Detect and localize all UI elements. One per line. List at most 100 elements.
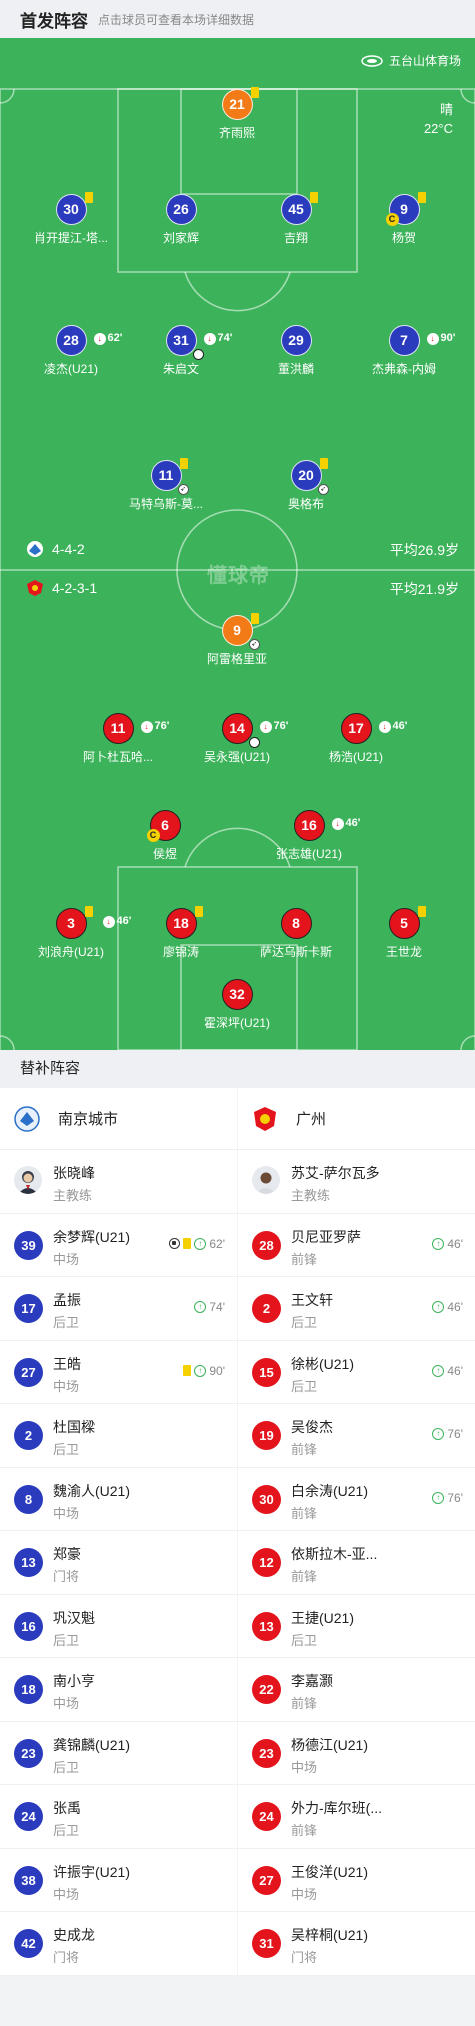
player-number-badge: 23 [14, 1738, 43, 1768]
bench-player-row[interactable]: 42 史成龙 门将 [0, 1912, 237, 1976]
home-player[interactable]: 31 ↓ 74' 朱启文 [121, 325, 241, 377]
temperature: 22°C [423, 121, 453, 136]
away-player[interactable]: 14 ↓ 76' 吴永强(U21) [177, 713, 297, 765]
bench-player-row[interactable]: 13 王捷(U21) 后卫 [238, 1595, 475, 1658]
bench-player-row[interactable]: 15 徐彬(U21) 后卫 ↑ 46' [238, 1341, 475, 1404]
player-name: 朱启文 [162, 362, 199, 376]
player-name: 刘浪舟(U21) [37, 945, 104, 959]
player-name: 徐彬(U21) [291, 1355, 355, 1372]
bench-player-row[interactable]: 12 依斯拉木-亚... 前锋 [238, 1531, 475, 1595]
bench-player-row[interactable]: 30 白余涛(U21) 前锋 ↑ 76' [238, 1468, 475, 1531]
home-player[interactable]: 7 ↓ 90' 杰弗森-内姆 [344, 325, 464, 377]
player-name: 刘家辉 [162, 231, 199, 245]
player-number: 9 [233, 622, 241, 638]
bench-player-row[interactable]: 28 贝尼亚罗萨 前锋 ↑ 46' [238, 1214, 475, 1277]
home-player[interactable]: 30 肖开提江-塔... [11, 192, 131, 246]
bench-player-row[interactable]: 22 李嘉灏 前锋 [238, 1658, 475, 1722]
away-player[interactable]: 17 ↓ 46' 杨浩(U21) [296, 713, 416, 765]
bench-player-row[interactable]: 23 杨德江(U21) 中场 [238, 1722, 475, 1785]
away-player[interactable]: 11 ↓ 76' 阿卜杜瓦哈... [58, 713, 178, 765]
captain-badge: C [385, 213, 399, 226]
player-name: 吴梓桐(U21) [291, 1927, 369, 1943]
away-player[interactable]: 6 C 侯煜 [105, 810, 225, 862]
bench-player-row[interactable]: 13 郑豪 门将 [0, 1531, 237, 1595]
player-name: 阿雷格里亚 [206, 652, 267, 666]
player-position: 后卫 [53, 1315, 80, 1330]
player-number-badge: 45 [280, 192, 318, 225]
sub-on-icon: ↑ [432, 1428, 445, 1440]
player-number: 6 [161, 817, 169, 833]
substitution-marker: ↓ 74' [203, 324, 232, 353]
bench-player-row[interactable]: 39 余梦辉(U21) 中场 ↑ 62' [0, 1214, 237, 1277]
home-team-header[interactable]: 南京城市 [0, 1088, 237, 1150]
coach-avatar [14, 1166, 42, 1194]
home-player[interactable]: 28 ↓ 62' 凌杰(U21) [11, 325, 131, 377]
away-player[interactable]: 32 霍深坪(U21) [177, 979, 297, 1031]
home-player[interactable]: 29 董洪麟 [236, 325, 356, 377]
player-number-badge: 29 [280, 325, 312, 356]
bench-player-row[interactable]: 19 吴俊杰 前锋 ↑ 76' [238, 1404, 475, 1468]
sub-off-icon: ↓ [378, 720, 391, 733]
yellow-card-icon [84, 906, 93, 917]
away-team-name: 广州 [296, 1111, 327, 1128]
bench-player-row[interactable]: 2 杜国樑 后卫 [0, 1404, 237, 1468]
player-number: 18 [173, 915, 189, 931]
yellow-card-icon [183, 1365, 192, 1376]
player-number: 20 [298, 467, 314, 483]
player-number: 5 [400, 915, 408, 931]
bench-player-row[interactable]: 8 魏渝人(U21) 中场 [0, 1468, 237, 1531]
substitution-marker: ↓ 76' [140, 712, 169, 741]
home-coach-row[interactable]: 张晓峰 主教练 [0, 1150, 237, 1214]
bench-player-row[interactable]: 2 王文轩 后卫 ↑ 46' [238, 1277, 475, 1341]
player-number-badge: 11 ➶ [150, 458, 189, 495]
bench-player-row[interactable]: 38 许振宇(U21) 中场 [0, 1849, 237, 1912]
bench-player-row[interactable]: 27 王皓 中场 ↑ 90' [0, 1341, 237, 1404]
bench-player-row[interactable]: 16 巩汉魁 后卫 [0, 1595, 237, 1658]
home-player[interactable]: 11 ➶ 马特乌斯-莫... [106, 458, 226, 512]
home-player[interactable]: 26 刘家辉 [121, 194, 241, 246]
away-team-header[interactable]: 广州 [238, 1088, 475, 1150]
player-number-badge: 17 [14, 1294, 43, 1323]
away-player[interactable]: 8 萨达乌斯卡斯 [236, 908, 356, 960]
player-number-badge: 5 [388, 906, 426, 939]
player-name: 张禹 [53, 1800, 81, 1816]
bench-player-row[interactable]: 24 外力-库尔班(... 前锋 [238, 1785, 475, 1849]
player-number-badge: 28 [252, 1230, 281, 1260]
away-player[interactable]: 18 廖锦涛 [121, 906, 241, 960]
player-name: 王皓 [53, 1355, 81, 1372]
home-avg-age: 平均26.9岁 [389, 542, 459, 558]
coach-avatar [252, 1166, 280, 1194]
home-formation-label: 4-4-2 [52, 541, 85, 557]
player-name: 王捷(U21) [291, 1609, 355, 1626]
home-player[interactable]: 20 ➶ 奥格布 [246, 458, 366, 512]
coach-name: 苏艾-萨尔瓦多 [291, 1165, 380, 1181]
away-player[interactable]: 9 ➶ 阿雷格里亚 [177, 613, 297, 667]
player-position: 后卫 [53, 1759, 80, 1775]
away-player[interactable]: 5 王世龙 [344, 906, 464, 960]
sub-on-icon: ↑ [194, 1301, 207, 1313]
bench-player-row[interactable]: 18 南小亨 中场 [0, 1658, 237, 1722]
bench-player-row[interactable]: 17 孟振 后卫 ↑ 74' [0, 1277, 237, 1341]
player-events: ↑ 46' [432, 1300, 463, 1314]
home-player[interactable]: 21 齐雨熙 [177, 87, 297, 141]
substitution-marker: ↓ 90' [426, 324, 455, 353]
player-name: 侯煜 [152, 847, 177, 861]
bench-player-row[interactable]: 24 张禹 后卫 [0, 1785, 237, 1849]
away-coach-row[interactable]: 苏艾-萨尔瓦多 主教练 [238, 1150, 475, 1214]
bench-player-row[interactable]: 27 王俊洋(U21) 中场 [238, 1849, 475, 1912]
player-position: 后卫 [53, 1442, 80, 1457]
player-name: 阿卜杜瓦哈... [82, 750, 153, 764]
home-player[interactable]: 9 C 杨贺 [344, 192, 464, 246]
away-team-logo-icon [254, 1106, 276, 1131]
away-player[interactable]: 3 ↓ 46' 刘浪舟(U21) [11, 906, 131, 960]
player-position: 门将 [291, 1950, 318, 1965]
home-player[interactable]: 45 吉翔 [236, 192, 356, 246]
away-player[interactable]: 16 ↓ 46' 张志雄(U21) [249, 810, 369, 862]
player-name: 杨贺 [391, 231, 416, 245]
bench-player-row[interactable]: 31 吴梓桐(U21) 门将 [238, 1912, 475, 1976]
player-position: 后卫 [291, 1632, 318, 1648]
player-number: 29 [288, 332, 304, 348]
player-number-badge: 30 [55, 192, 93, 225]
bench-player-row[interactable]: 23 龚锦麟(U21) 后卫 [0, 1722, 237, 1785]
player-number: 7 [400, 332, 408, 348]
